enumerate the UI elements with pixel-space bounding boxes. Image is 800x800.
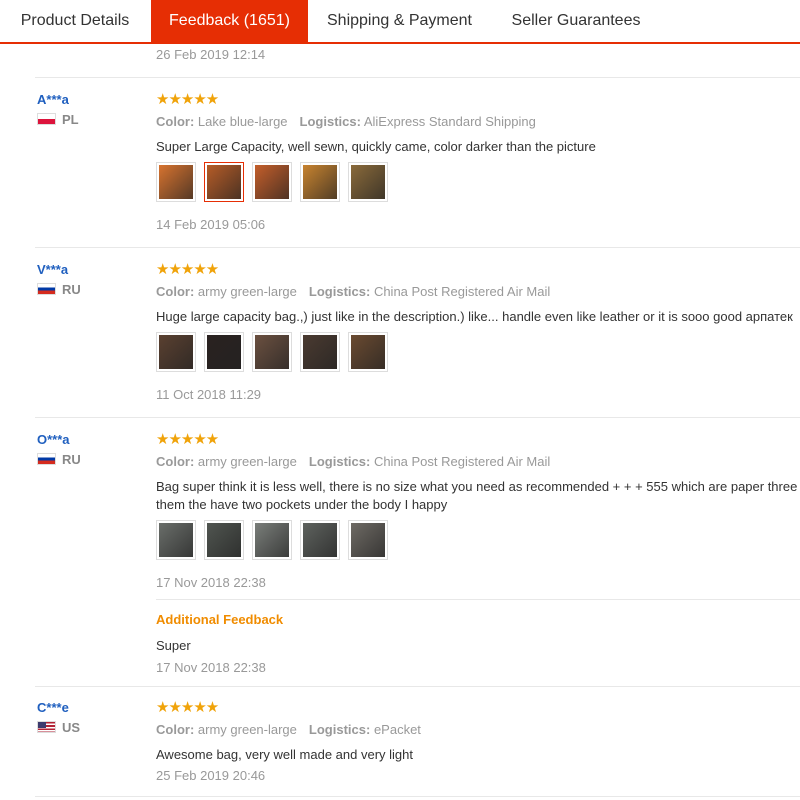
logistics-value: China Post Registered Air Mail xyxy=(373,454,551,469)
logistics-value: AliExpress Standard Shipping xyxy=(363,114,536,129)
feedback-date: 14 Feb 2019 05:06 xyxy=(156,217,266,232)
feedback-photos xyxy=(156,162,388,202)
feedback-photos xyxy=(156,332,388,372)
reviewer-country: US xyxy=(37,720,80,735)
divider xyxy=(35,796,800,797)
feedback-date: 17 Nov 2018 22:38 xyxy=(156,575,266,590)
feedback-date: 25 Feb 2019 20:46 xyxy=(156,768,266,783)
divider xyxy=(35,77,800,78)
star-rating: ★★★★★ xyxy=(156,91,219,108)
order-attributes: Color: Lake blue-large Logistics: AliExpr… xyxy=(156,114,536,129)
feedback-photo-thumbnail[interactable] xyxy=(252,162,292,202)
feedback-text: Huge large capacity bag.,) just like in … xyxy=(156,309,793,324)
divider xyxy=(35,247,800,248)
poland-flag-icon xyxy=(37,113,56,125)
additional-feedback-text: Super xyxy=(156,638,191,653)
feedback-photo-thumbnail[interactable] xyxy=(348,520,388,560)
divider xyxy=(156,599,800,600)
feedback-photo-thumbnail[interactable] xyxy=(252,332,292,372)
tab-shipping-payment[interactable]: Shipping & Payment xyxy=(308,0,491,42)
reviewer-name: C***e xyxy=(37,700,69,715)
star-rating: ★★★★★ xyxy=(156,261,219,278)
russia-flag-icon xyxy=(37,283,56,295)
feedback-date: 11 Oct 2018 11:29 xyxy=(156,387,262,402)
feedback-photo-thumbnail[interactable] xyxy=(156,332,196,372)
feedback-photo-thumbnail[interactable] xyxy=(204,332,244,372)
additional-feedback-date: 17 Nov 2018 22:38 xyxy=(156,660,266,675)
feedback-photo-thumbnail[interactable] xyxy=(204,520,244,560)
order-attributes: Color: army green-large Logistics: ePacke… xyxy=(156,722,421,737)
feedback-text: Awesome bag, very well made and very lig… xyxy=(156,747,413,762)
feedback-photo-thumbnail[interactable] xyxy=(156,162,196,202)
logistics-value: ePacket xyxy=(373,722,421,737)
order-attributes: Color: army green-large Logistics: China … xyxy=(156,284,551,299)
reviewer-country: RU xyxy=(37,282,81,297)
feedback-photo-thumbnail[interactable] xyxy=(300,162,340,202)
divider xyxy=(35,686,800,687)
divider xyxy=(35,417,800,418)
russia-flag-icon xyxy=(37,453,56,465)
feedback-date: 26 Feb 2019 12:14 xyxy=(156,47,266,62)
feedback-photo-thumbnail[interactable] xyxy=(156,520,196,560)
feedback-photo-thumbnail[interactable] xyxy=(300,332,340,372)
color-value: Lake blue-large xyxy=(197,114,288,129)
feedback-photo-thumbnail[interactable] xyxy=(252,520,292,560)
feedback-photo-thumbnail[interactable] xyxy=(204,162,244,202)
star-rating: ★★★★★ xyxy=(156,699,219,716)
reviewer-country: PL xyxy=(37,112,79,127)
usa-flag-icon xyxy=(37,721,56,733)
color-value: army green-large xyxy=(197,722,297,737)
feedback-photo-thumbnail[interactable] xyxy=(348,162,388,202)
logistics-value: China Post Registered Air Mail xyxy=(373,284,551,299)
tab-bar: Product Details Feedback (1651) Shipping… xyxy=(0,0,800,44)
tab-feedback[interactable]: Feedback (1651) xyxy=(151,0,308,42)
order-attributes: Color: army green-large Logistics: China … xyxy=(156,454,551,469)
feedback-photos xyxy=(156,520,388,560)
reviewer-name: A***a xyxy=(37,92,69,107)
reviewer-country: RU xyxy=(37,452,81,467)
feedback-photo-thumbnail[interactable] xyxy=(348,332,388,372)
feedback-photo-thumbnail[interactable] xyxy=(300,520,340,560)
feedback-text: Super Large Capacity, well sewn, quickly… xyxy=(156,139,596,154)
tab-seller-guarantees[interactable]: Seller Guarantees xyxy=(491,0,661,42)
additional-feedback-title: Additional Feedback xyxy=(156,612,284,627)
star-rating: ★★★★★ xyxy=(156,431,219,448)
color-value: army green-large xyxy=(197,284,297,299)
color-value: army green-large xyxy=(197,454,297,469)
reviewer-name: O***a xyxy=(37,432,70,447)
tab-product-details[interactable]: Product Details xyxy=(0,0,150,42)
feedback-text: Bag super think it is less well, there i… xyxy=(156,479,798,512)
reviewer-name: V***a xyxy=(37,262,69,277)
